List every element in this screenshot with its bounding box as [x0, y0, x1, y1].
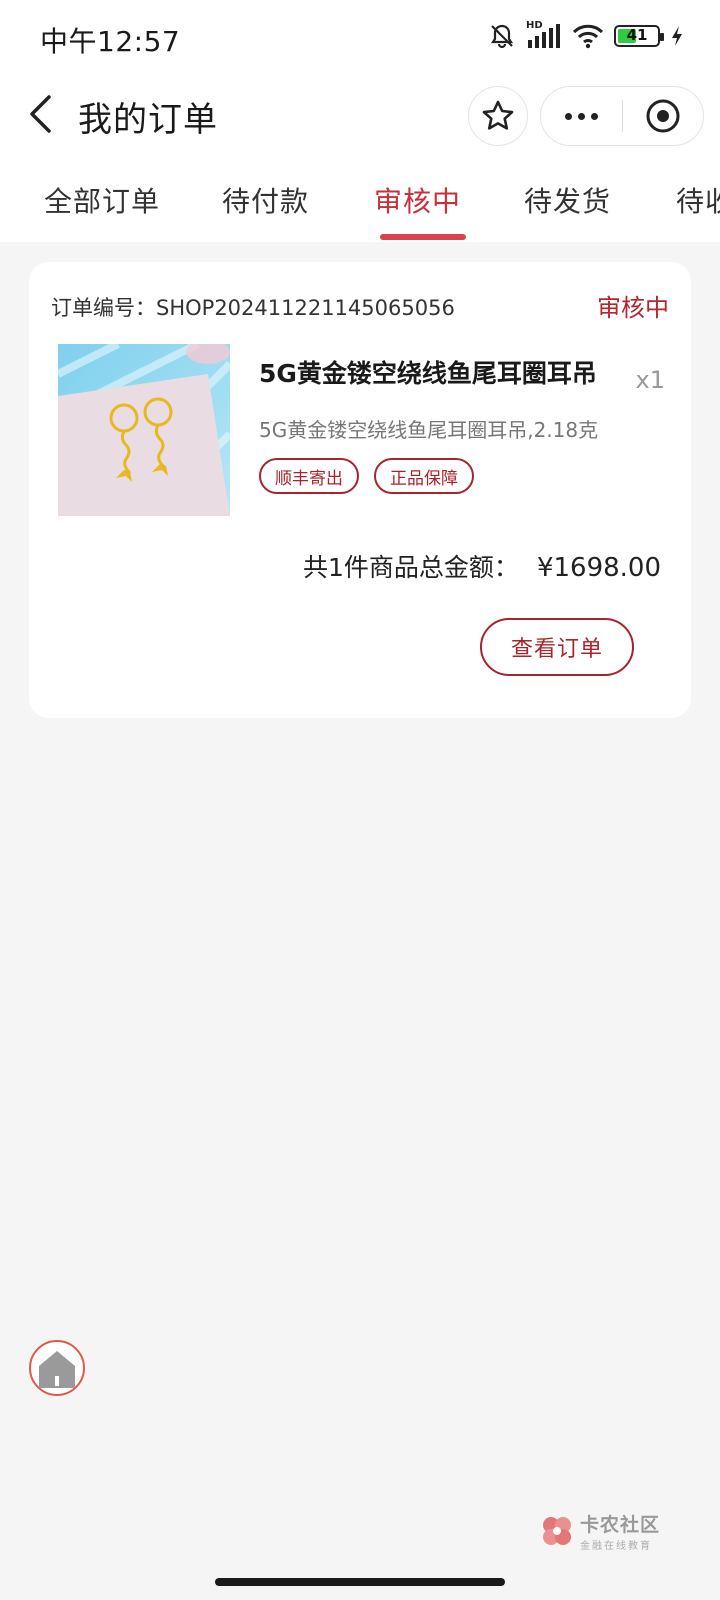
back-button[interactable]: [18, 92, 62, 136]
tab-pending-receipt[interactable]: 待收货: [676, 180, 720, 220]
favorite-button[interactable]: [468, 86, 528, 146]
home-icon: [39, 1351, 75, 1388]
battery-cap: [660, 33, 664, 41]
battery-icon: 41: [614, 25, 664, 47]
more-button[interactable]: [541, 87, 622, 145]
signal-icon: HD: [526, 20, 562, 50]
total-label: 共1件商品总金额：: [303, 553, 519, 582]
more-dot-icon: [590, 112, 598, 120]
tab-all-orders[interactable]: 全部订单: [44, 180, 160, 220]
order-number-value: SHOP202411221145065056: [156, 296, 455, 320]
watermark-title: 卡农社区: [580, 1514, 661, 1536]
gesture-home-indicator[interactable]: [215, 1578, 505, 1586]
more-dot-icon: [577, 112, 585, 120]
total-amount: ¥1698.00: [536, 553, 661, 583]
tab-under-review[interactable]: 审核中: [374, 180, 461, 220]
home-button[interactable]: [29, 1340, 85, 1396]
charging-icon: [672, 26, 682, 46]
tab-pending-payment[interactable]: 待付款: [222, 180, 309, 220]
tag-authentic-guarantee: 正品保障: [374, 458, 474, 494]
star-icon: [482, 100, 514, 130]
tag-sf-shipping: 顺丰寄出: [259, 458, 359, 494]
more-dot-icon: [564, 112, 572, 120]
order-tabs: 全部订单 待付款 审核中 待发货 待收货: [0, 180, 720, 242]
order-card: 订单编号：SHOP202411221145065056 审核中 5G黄金镂空绕线…: [29, 262, 691, 718]
status-time: 中午12:57: [40, 25, 181, 58]
product-spec: 5G黄金镂空绕线鱼尾耳圈耳吊,2.18克: [259, 418, 599, 442]
miniprogram-capsule: [540, 86, 704, 146]
close-miniprogram-button[interactable]: [623, 87, 704, 145]
page-title: 我的订单: [78, 100, 218, 140]
wifi-icon: [572, 24, 604, 49]
active-tab-indicator: [380, 234, 466, 240]
product-quantity: x1: [635, 366, 665, 394]
order-number: 订单编号：SHOP202411221145065056: [51, 292, 455, 322]
product-title[interactable]: 5G黄金镂空绕线鱼尾耳圈耳吊: [259, 354, 597, 390]
target-circle-icon: [646, 99, 680, 133]
bell-muted-icon: [490, 24, 514, 49]
watermark-subtitle: 金融在线教育: [580, 1541, 652, 1552]
order-total: 共1件商品总金额： ¥1698.00: [303, 548, 661, 584]
order-number-label: 订单编号：: [51, 296, 156, 320]
view-order-button[interactable]: 查看订单: [480, 618, 634, 676]
tab-pending-shipment[interactable]: 待发货: [524, 180, 611, 220]
chevron-left-icon: [30, 95, 51, 133]
watermark: 卡农社区 金融在线教育: [540, 1510, 660, 1552]
status-icons: HD 41: [488, 20, 684, 50]
battery-level: 41: [626, 26, 648, 44]
order-status: 审核中: [597, 294, 669, 322]
kanong-logo-icon: [543, 1517, 571, 1545]
product-image[interactable]: [58, 344, 230, 516]
